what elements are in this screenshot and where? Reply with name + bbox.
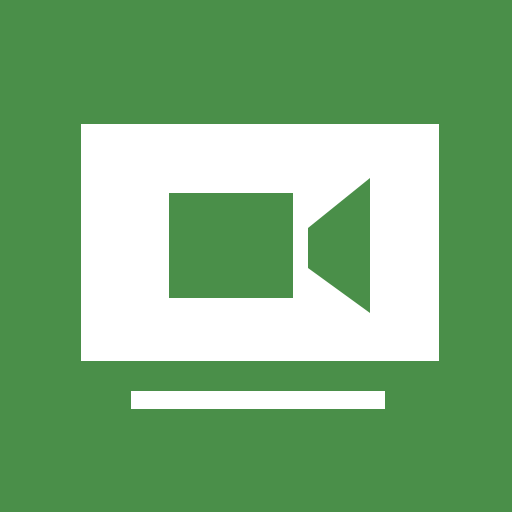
stand-bar-icon <box>131 391 385 409</box>
video-camera-screen-icon <box>81 124 439 409</box>
app-icon-tile <box>0 0 512 512</box>
camera-body-icon <box>169 193 293 298</box>
